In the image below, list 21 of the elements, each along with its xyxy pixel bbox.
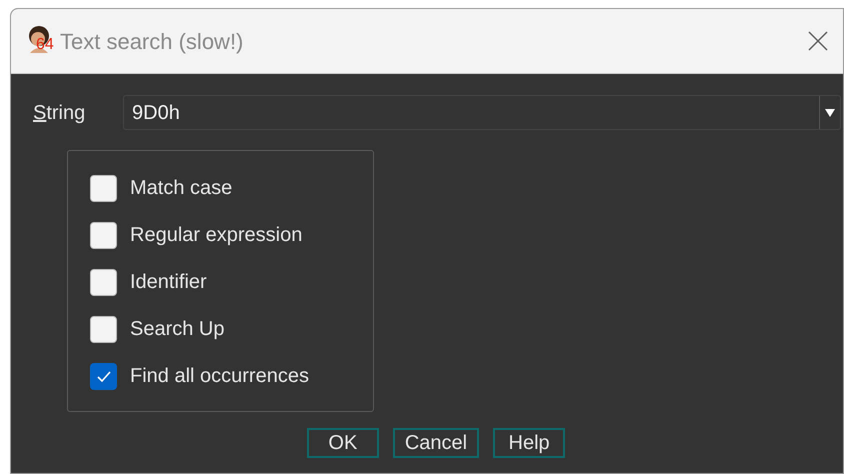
string-label: String (33, 100, 86, 126)
checkbox[interactable] (90, 316, 117, 342)
checkbox[interactable] (90, 268, 117, 296)
window-title: Text search (slow!) (60, 28, 244, 56)
checkbox-label: Match case (130, 176, 232, 201)
string-combo-box[interactable]: 9D0h (123, 95, 841, 130)
checkbox-label: Regular expression (130, 223, 302, 248)
dialog-button[interactable]: Help (493, 428, 566, 458)
checkbox[interactable] (90, 174, 117, 202)
dialog-button[interactable]: OK (306, 428, 379, 458)
check-icon (96, 370, 110, 382)
checkbox-label: Find all occurrences (130, 364, 309, 389)
close-icon[interactable] (807, 30, 829, 52)
logo-number: 64 (36, 37, 54, 53)
dialog-button[interactable]: Cancel (392, 428, 480, 458)
checkbox-label: Search Up (130, 317, 224, 342)
dropdown-arrow-icon[interactable] (825, 108, 835, 116)
checkbox-label: Identifier (130, 270, 207, 295)
checkbox[interactable] (90, 222, 117, 248)
person-icon (26, 25, 52, 53)
checkbox[interactable] (90, 362, 117, 390)
